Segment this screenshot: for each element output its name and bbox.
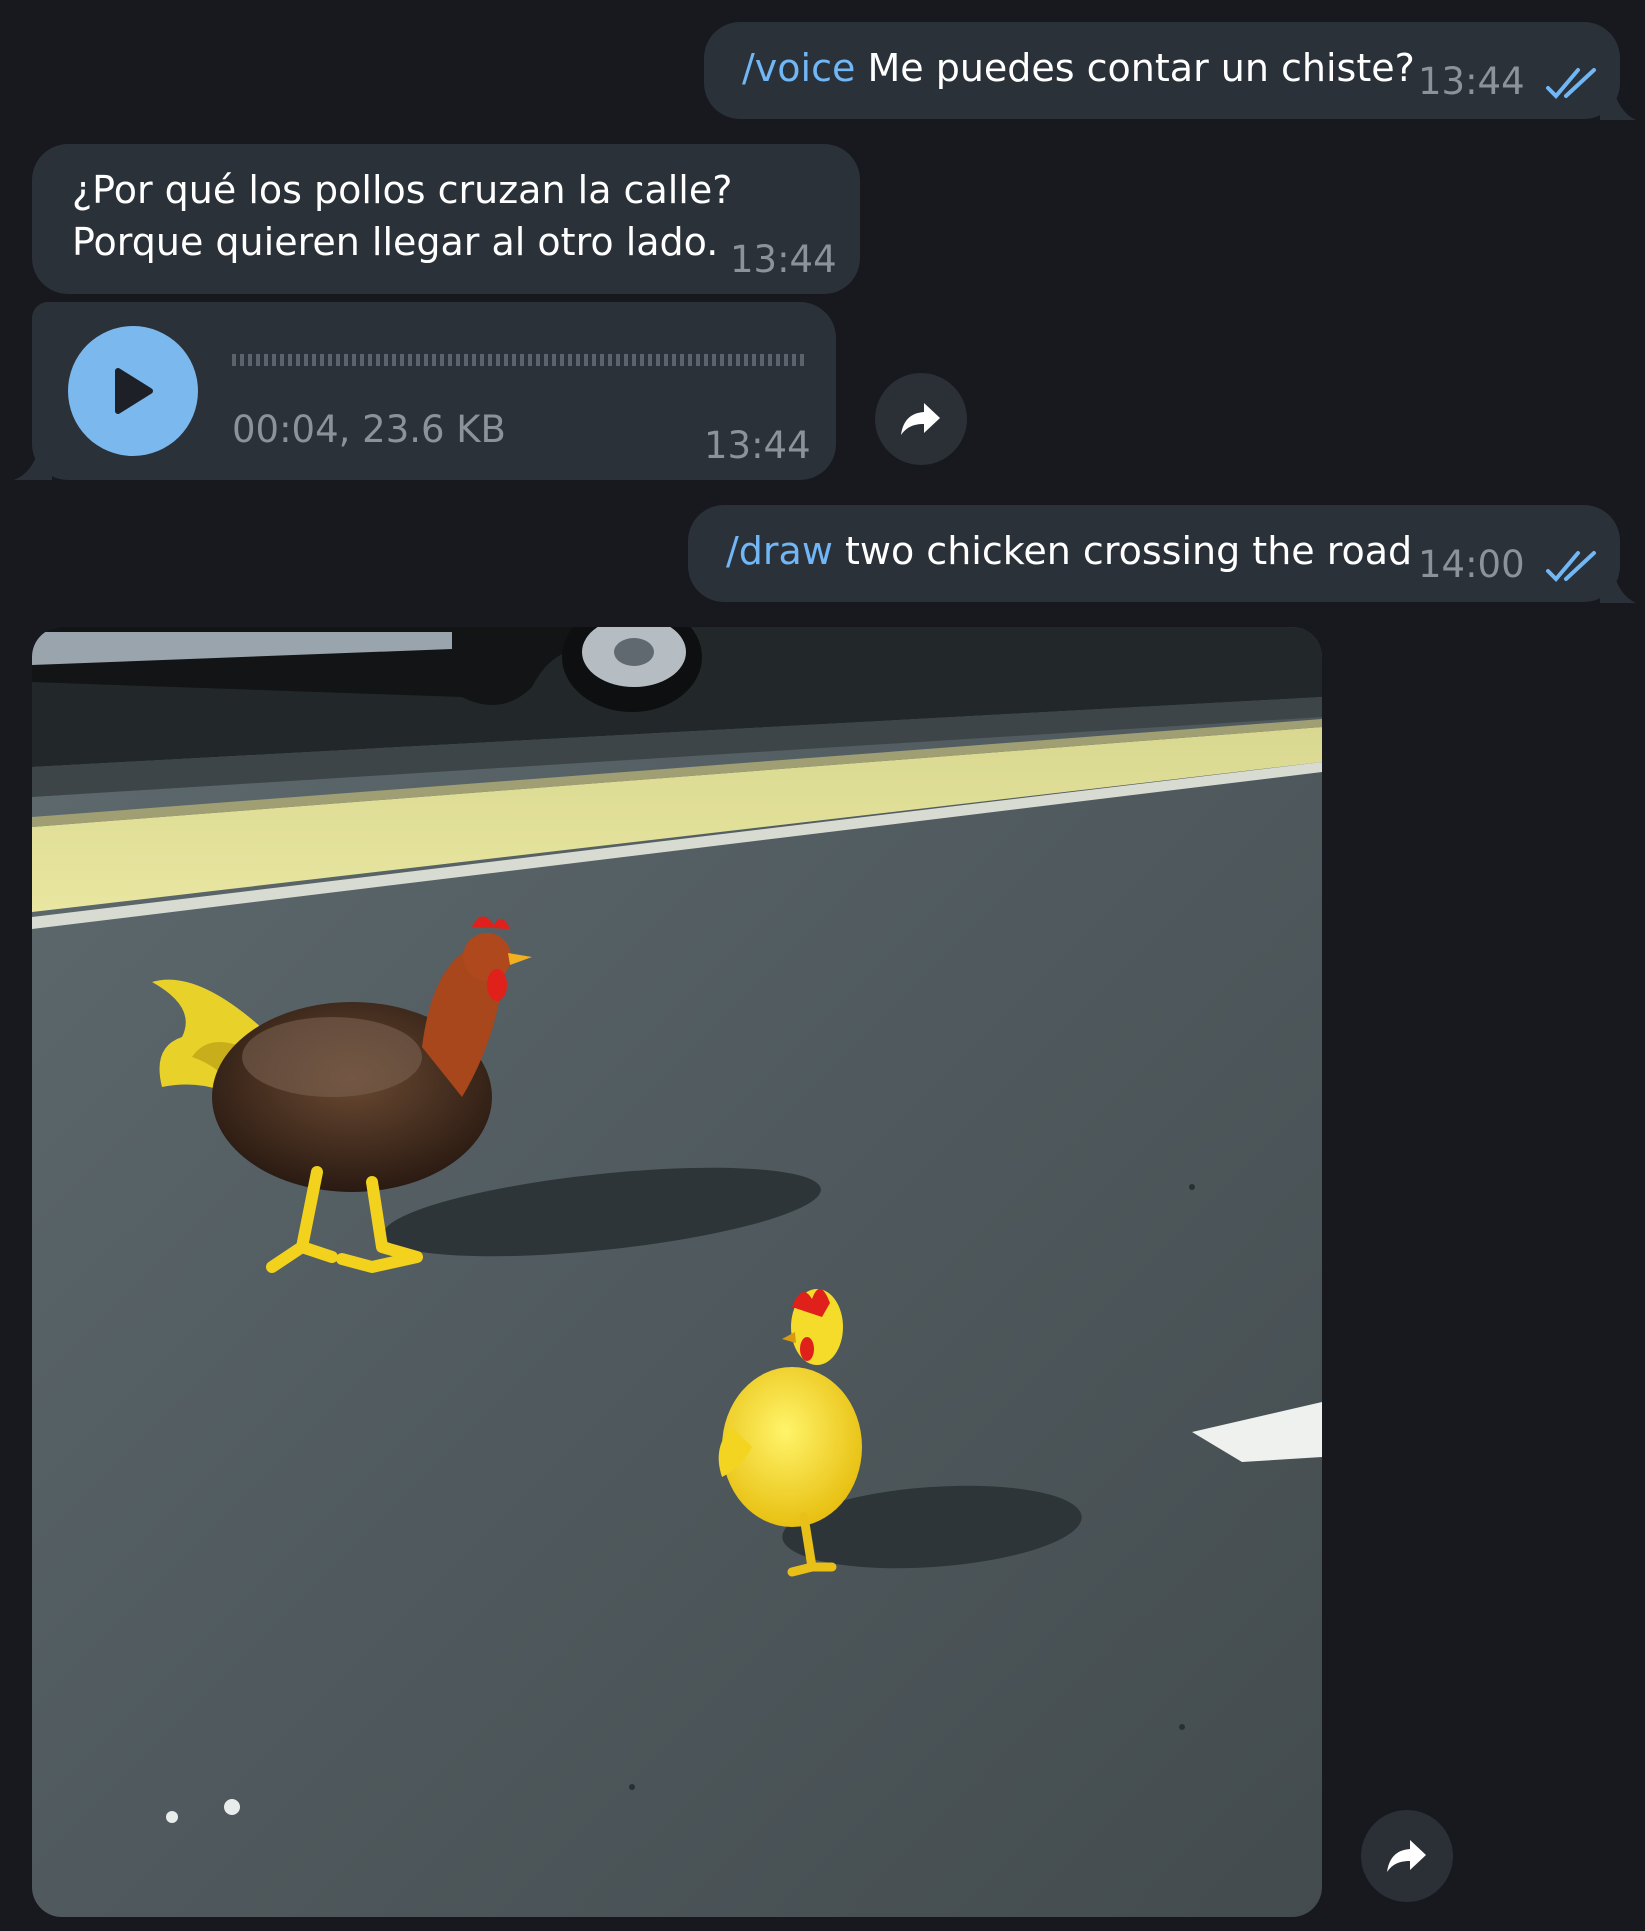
chickens-crossing-road-image xyxy=(32,627,1322,1917)
play-button[interactable] xyxy=(68,326,198,456)
bubble-tail-out-2 xyxy=(1600,567,1636,603)
command-link-voice[interactable]: /voice xyxy=(742,46,855,90)
message-time: 14:00 xyxy=(1418,543,1525,586)
outgoing-message-draw[interactable]: /draw two chicken crossing the road 14:0… xyxy=(688,505,1620,602)
message-time: 13:44 xyxy=(1418,60,1525,103)
message-text: /draw two chicken crossing the road xyxy=(726,525,1412,577)
voice-meta: 00:04, 23.6 KB xyxy=(232,408,506,451)
forward-arrow-icon xyxy=(901,403,940,435)
forward-button[interactable] xyxy=(875,373,967,465)
bubble-tail-out-1 xyxy=(1600,84,1636,120)
command-link-draw[interactable]: /draw xyxy=(726,529,833,573)
play-icon xyxy=(115,368,153,414)
incoming-voice-message[interactable]: 00:04, 23.6 KB 13:44 xyxy=(32,302,836,480)
message-body: Me puedes contar un chiste? xyxy=(855,46,1415,90)
message-time: 13:44 xyxy=(704,424,811,467)
bubble-tail-in-1 xyxy=(14,444,52,480)
voice-waveform[interactable] xyxy=(232,354,804,366)
incoming-message-joke[interactable]: ¿Por qué los pollos cruzan la calle? Por… xyxy=(32,144,860,294)
message-time: 13:44 xyxy=(730,238,837,281)
outgoing-message-voice[interactable]: /voice Me puedes contar un chiste? 13:44 xyxy=(704,22,1620,119)
joke-line-2: Porque quieren llegar al otro lado. xyxy=(72,220,719,264)
generated-image[interactable] xyxy=(32,627,1322,1917)
double-check-icon xyxy=(1546,68,1596,99)
message-body: two chicken crossing the road xyxy=(832,529,1413,573)
forward-arrow-icon xyxy=(1387,1840,1426,1872)
message-text: /voice Me puedes contar un chiste? xyxy=(742,42,1415,94)
forward-button[interactable] xyxy=(1361,1810,1453,1902)
joke-line-1: ¿Por qué los pollos cruzan la calle? xyxy=(72,168,733,212)
double-check-icon xyxy=(1546,551,1596,582)
